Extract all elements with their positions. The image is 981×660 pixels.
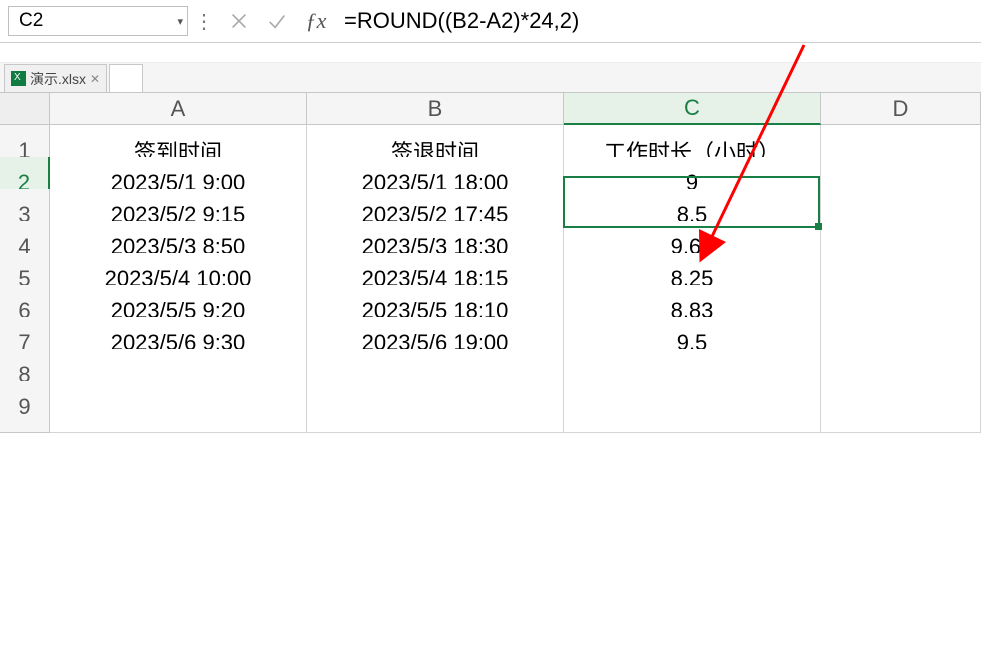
select-all-corner[interactable] [0,93,50,125]
cell-D9[interactable] [821,381,981,433]
column-header-D[interactable]: D [821,93,981,125]
column-header-A[interactable]: A [50,93,307,125]
column-header-B[interactable]: B [307,93,564,125]
toolbar-spacer [0,43,981,63]
cancel-formula-button[interactable] [220,6,258,36]
cell-B9[interactable] [307,381,564,433]
column-header-C[interactable]: C [564,93,821,125]
close-icon [228,10,250,32]
fx-icon[interactable]: ƒx [296,8,336,34]
check-icon [266,10,288,32]
formula-input[interactable] [336,6,973,36]
row-header-9[interactable]: 9 [0,381,50,433]
cell-C9[interactable] [564,381,821,433]
workbook-tab-label: 演示.xlsx [30,69,86,89]
spreadsheet-grid[interactable]: ABCD1签到时间签退时间工作时长（小时）22023/5/1 9:002023/… [0,93,981,413]
divider-icon: ⋮ [188,9,220,34]
cell-A9[interactable] [50,381,307,433]
name-box-value: C2 [19,10,43,32]
new-tab-button[interactable] [109,64,143,92]
accept-formula-button[interactable] [258,6,296,36]
tab-bar: 演示.xlsx ✕ [0,63,981,93]
formula-bar: C2 ▾ ⋮ ƒx [0,0,981,43]
name-box[interactable]: C2 ▾ [8,6,188,36]
chevron-down-icon[interactable]: ▾ [177,15,183,28]
close-icon[interactable]: ✕ [90,72,100,86]
excel-file-icon [11,71,26,86]
workbook-tab[interactable]: 演示.xlsx ✕ [4,64,107,92]
